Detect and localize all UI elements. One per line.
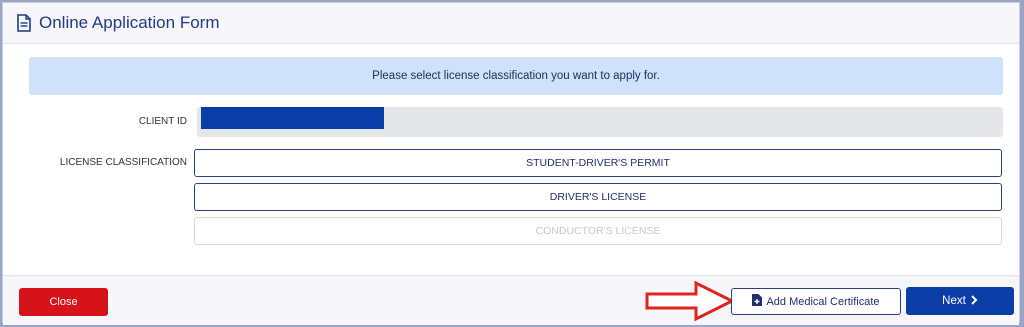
option-conductors-license: CONDUCTOR'S LICENSE [194,217,1002,245]
document-icon [17,13,33,33]
option-student-drivers-permit[interactable]: STUDENT-DRIVER'S PERMIT [194,149,1002,177]
form-header: Online Application Form [3,3,1019,44]
add-medical-certificate-button[interactable]: Add Medical Certificate [731,288,901,315]
license-classification-label: LICENSE CLASSIFICATION [59,157,187,168]
close-button[interactable]: Close [19,288,108,316]
add-medical-certificate-label: Add Medical Certificate [766,295,880,308]
client-id-redaction [201,107,384,129]
page-title: Online Application Form [39,13,220,32]
chevron-right-icon [970,294,978,308]
instruction-notice: Please select license classification you… [29,57,1003,95]
client-id-label: CLIENT ID [138,116,187,127]
client-id-field [197,107,1003,137]
form-footer: Close Add Medical Certificate Next [3,275,1019,325]
annotation-arrow-icon [645,280,736,322]
next-label: Next [942,295,966,307]
next-button[interactable]: Next [906,287,1014,315]
option-drivers-license[interactable]: DRIVER'S LICENSE [194,183,1002,211]
application-form-panel: Online Application Form Please select li… [2,2,1020,325]
file-plus-icon [752,294,763,309]
